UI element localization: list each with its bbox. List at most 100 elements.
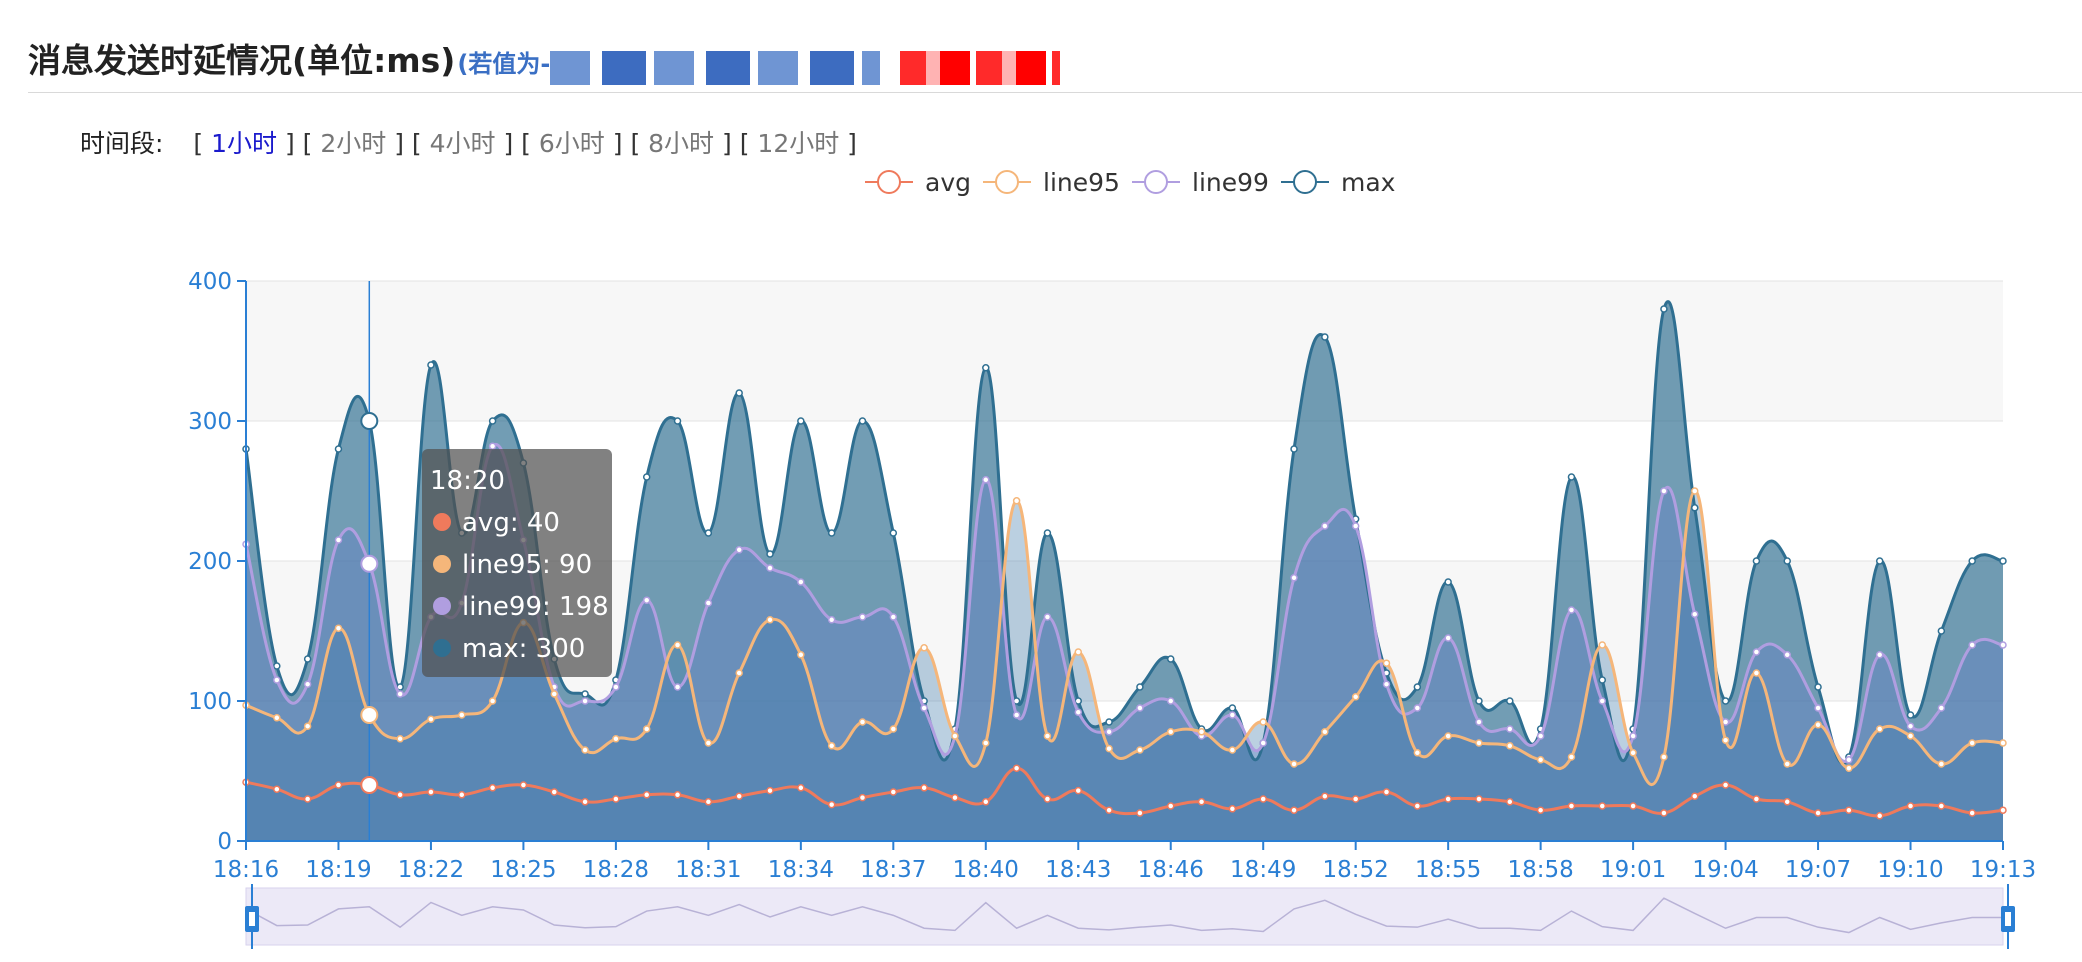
point-line99 — [827, 616, 836, 624]
data-zoom-right-grip — [2005, 912, 2011, 926]
x-tick-label: 18:49 — [1230, 857, 1296, 883]
legend-icon-line95[interactable] — [995, 170, 1019, 194]
point-line99 — [1043, 613, 1052, 621]
legend-label-avg[interactable]: avg — [925, 168, 971, 197]
point-max — [1968, 557, 1976, 565]
point-line99 — [1691, 610, 1699, 618]
legend-label-line99[interactable]: line99 — [1192, 168, 1269, 197]
point-line95 — [1845, 764, 1853, 772]
point-line95 — [642, 725, 651, 733]
point-avg — [1413, 802, 1422, 810]
point-max — [827, 529, 836, 537]
point-line95 — [1321, 728, 1329, 736]
point-max — [303, 655, 312, 663]
legend-icon-avg[interactable] — [877, 170, 901, 194]
point-line95 — [1012, 497, 1021, 505]
point-line99 — [1906, 722, 1915, 730]
x-tick-label: 19:04 — [1692, 857, 1758, 883]
tooltip-item-max: max: 300 — [462, 634, 585, 664]
x-tick-label: 18:22 — [398, 857, 464, 883]
point-avg — [1074, 786, 1083, 795]
point-max — [427, 361, 435, 369]
point-avg — [1228, 805, 1237, 813]
point-avg — [427, 788, 435, 796]
data-zoom-track[interactable] — [245, 887, 2004, 946]
x-tick-label: 18:58 — [1507, 857, 1573, 883]
point-max — [1290, 445, 1298, 453]
point-avg — [1629, 802, 1637, 810]
point-line99 — [273, 676, 281, 684]
point-line95 — [1290, 760, 1298, 768]
point-line99 — [1937, 704, 1946, 712]
hover-point-line99 — [360, 554, 379, 573]
point-avg — [273, 785, 281, 793]
legend-label-line95[interactable]: line95 — [1043, 168, 1120, 197]
point-line95 — [1197, 728, 1206, 736]
tooltip-item-line95: line95: 90 — [462, 550, 592, 580]
point-avg — [982, 798, 990, 806]
point-avg — [1105, 806, 1113, 814]
point-line95 — [951, 732, 959, 740]
title-divider — [28, 92, 2082, 93]
point-line99 — [1290, 574, 1298, 582]
point-max — [1752, 557, 1761, 565]
point-avg — [1906, 802, 1915, 810]
point-line99 — [735, 546, 743, 554]
x-tick-label: 18:28 — [583, 857, 649, 883]
point-line99 — [1413, 704, 1422, 712]
point-line95 — [303, 722, 312, 730]
point-avg — [581, 798, 589, 806]
point-avg — [1444, 795, 1452, 803]
x-tick-label: 19:07 — [1785, 857, 1851, 883]
point-line99 — [1475, 718, 1483, 726]
legend-label-max[interactable]: max — [1341, 168, 1395, 197]
point-max — [1598, 676, 1607, 684]
point-line95 — [1783, 760, 1791, 768]
point-line95 — [1475, 739, 1483, 747]
point-line99 — [1660, 487, 1668, 495]
point-line95 — [797, 651, 805, 659]
point-line99 — [612, 683, 620, 691]
point-avg — [1752, 795, 1761, 803]
point-avg — [1875, 812, 1884, 820]
point-line95 — [1382, 659, 1391, 667]
hover-point-line95 — [360, 706, 379, 724]
point-line95 — [396, 735, 404, 743]
tooltip-marker-line95 — [433, 555, 451, 573]
x-tick-label: 18:16 — [213, 857, 279, 883]
point-line95 — [673, 641, 682, 649]
point-line95 — [1166, 728, 1175, 736]
legend-icon-line99[interactable] — [1144, 170, 1168, 194]
point-max — [797, 417, 805, 425]
point-avg — [642, 791, 651, 799]
point-avg — [797, 784, 805, 792]
point-avg — [889, 788, 898, 796]
title-note: (若值为- — [457, 50, 551, 78]
point-line95 — [1444, 732, 1452, 740]
point-line95 — [1105, 744, 1113, 753]
point-avg — [303, 795, 312, 803]
point-avg — [827, 800, 836, 809]
point-avg — [334, 781, 343, 789]
point-line99 — [1999, 641, 2007, 649]
x-tick-label: 18:37 — [860, 857, 926, 883]
point-max — [766, 550, 774, 558]
legend-icon-max[interactable] — [1293, 170, 1317, 194]
point-line95 — [1937, 760, 1946, 768]
x-tick-label: 19:01 — [1600, 857, 1666, 883]
point-max — [1136, 683, 1144, 691]
point-max — [1814, 683, 1822, 691]
y-tick-label: 200 — [188, 549, 232, 575]
point-line95 — [735, 669, 743, 677]
point-line99 — [303, 680, 312, 688]
point-line99 — [1351, 522, 1360, 530]
x-tick-label: 18:40 — [953, 857, 1019, 883]
point-line95 — [550, 690, 558, 698]
point-line99 — [673, 683, 682, 691]
point-avg — [1351, 795, 1360, 803]
point-avg — [1845, 806, 1853, 814]
point-max — [1875, 557, 1884, 565]
x-tick-label: 18:34 — [768, 857, 834, 883]
point-avg — [396, 791, 404, 799]
y-tick-label: 100 — [188, 689, 232, 715]
